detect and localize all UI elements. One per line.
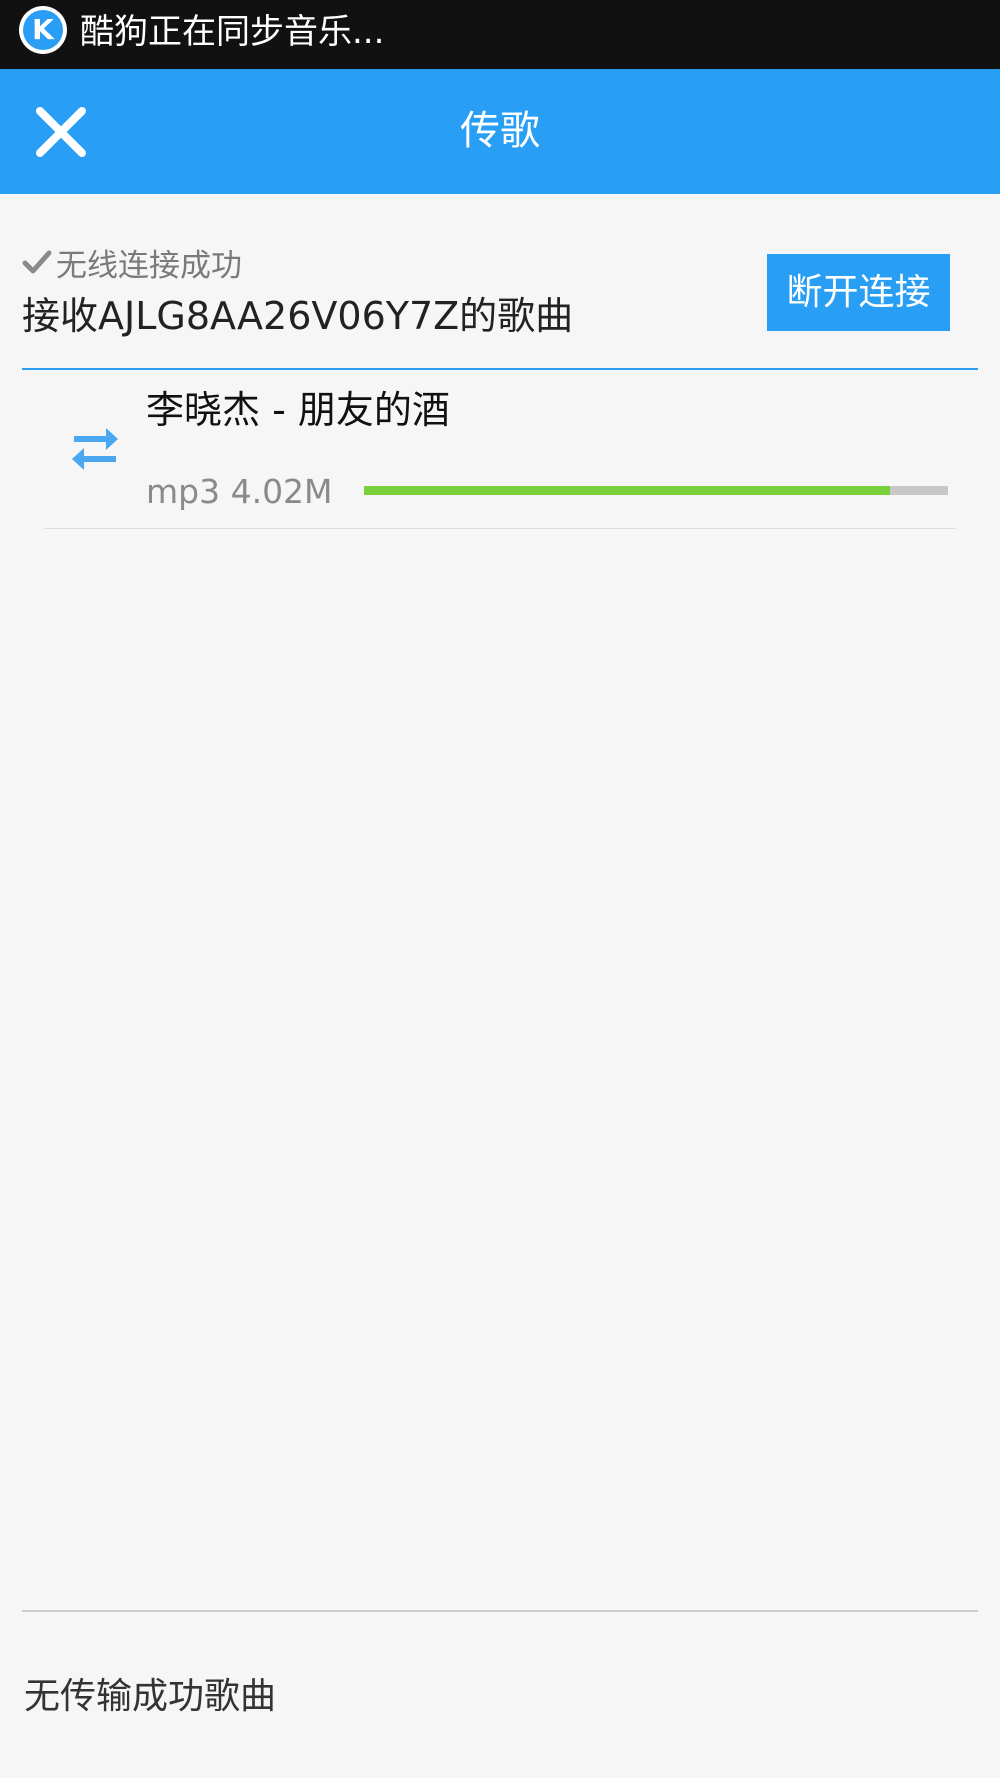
transfer-list-item[interactable]: 李晓杰 - 朋友的酒 mp3 4.02M	[44, 370, 956, 529]
connection-status: 无线连接成功	[22, 240, 242, 284]
progress-fill	[364, 486, 890, 495]
notification-text: 酷狗正在同步音乐...	[80, 12, 385, 52]
song-title: 李晓杰 - 朋友的酒	[146, 388, 450, 432]
transfer-arrows-icon	[72, 428, 118, 470]
screen: K 酷狗正在同步音乐... 传歌 无线连接成功 接收AJLG8AA26V06Y7…	[0, 0, 1000, 1778]
app-icon-letter: K	[23, 10, 63, 50]
song-meta: mp3 4.02M	[146, 472, 333, 511]
title-bar: 传歌	[0, 69, 1000, 194]
disconnect-button[interactable]: 断开连接	[767, 254, 950, 331]
no-success-text: 无传输成功歌曲	[24, 1676, 277, 1717]
bottom-divider	[22, 1610, 978, 1612]
page-title: 传歌	[460, 108, 540, 154]
receive-label: 接收AJLG8AA26V06Y7Z的歌曲	[22, 294, 574, 338]
status-bar: K 酷狗正在同步音乐...	[0, 0, 1000, 69]
progress-bar	[364, 486, 948, 495]
connection-status-text: 无线连接成功	[56, 247, 242, 284]
kugou-k-icon: K	[19, 6, 67, 54]
close-button[interactable]	[26, 97, 96, 167]
check-icon	[22, 250, 52, 274]
close-icon	[36, 107, 86, 157]
